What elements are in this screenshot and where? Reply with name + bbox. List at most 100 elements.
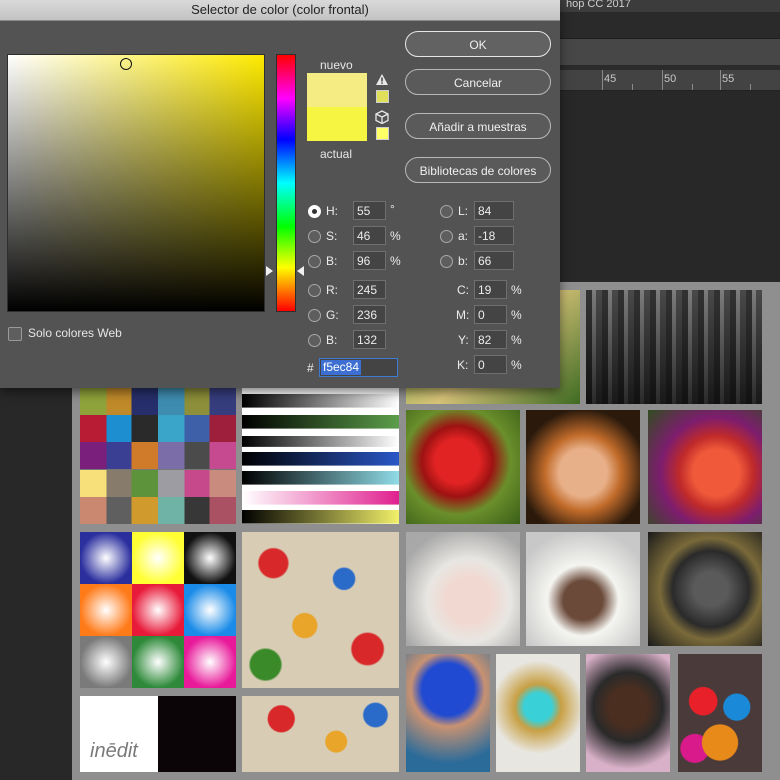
photo-tile-pigments (678, 654, 762, 772)
label-red: R: (326, 283, 338, 297)
radio-blue[interactable] (308, 334, 321, 347)
photo-tile-black-gold (648, 532, 762, 646)
ruler-number: 50 (664, 73, 677, 85)
swatch-grid-tile (80, 388, 236, 524)
field-magenta[interactable]: 0 (474, 305, 507, 324)
ruler-tick (602, 70, 603, 90)
color-picker-dialog: Selector de color (color frontal) Solo c… (0, 0, 560, 388)
radio-lab-l[interactable] (440, 205, 453, 218)
logo-tile: inēdit (80, 696, 158, 772)
ruler-number: 45 (604, 73, 617, 85)
field-red[interactable]: 245 (353, 280, 386, 299)
label-green: G: (326, 308, 339, 322)
radio-red[interactable] (308, 284, 321, 297)
field-green[interactable]: 236 (353, 305, 386, 324)
web-colors-only-checkbox[interactable] (8, 326, 22, 341)
radial-gradients-tile (80, 532, 236, 688)
options-bar (560, 39, 780, 65)
hex-value: f5ec84 (321, 360, 362, 375)
unit-cyan: % (511, 283, 522, 297)
photo-tile-white-hair (526, 532, 640, 646)
unit-black: % (511, 358, 522, 372)
label-black: K: (457, 358, 469, 372)
unit-magenta: % (511, 308, 522, 322)
app-title-fragment: hop CC 2017 (566, 0, 631, 10)
color-libraries-button[interactable]: Bibliotecas de colores (405, 157, 551, 183)
floral-pattern-tile (242, 532, 399, 688)
gamut-warning-swatch[interactable] (376, 90, 389, 103)
hue-slider-handle-left[interactable] (266, 266, 273, 276)
field-lab-l[interactable]: 84 (474, 201, 514, 220)
photo-tile-gears (586, 290, 762, 404)
radio-green[interactable] (308, 309, 321, 322)
field-yellow[interactable]: 82 (474, 330, 507, 349)
field-cyan[interactable]: 19 (474, 280, 507, 299)
warning-triangle-icon[interactable] (375, 73, 389, 89)
floral-pattern-tile-2 (242, 696, 399, 772)
ruler-tick (692, 84, 693, 90)
field-saturation[interactable]: 46 (353, 226, 386, 245)
add-to-swatches-button[interactable]: Añadir a muestras (405, 113, 551, 139)
photo-tile-man-portrait (586, 654, 670, 772)
current-color-swatch[interactable] (307, 107, 367, 141)
field-black[interactable]: 0 (474, 355, 507, 374)
logo-text: inēdit (90, 740, 138, 762)
ruler-tick (662, 70, 663, 90)
color-field[interactable] (7, 54, 265, 312)
hue-slider-handle-right[interactable] (297, 266, 304, 276)
ruler-number: 55 (722, 73, 735, 85)
photo-tile-white-wig (406, 532, 520, 646)
workspace-area-left (0, 388, 72, 780)
hex-input[interactable]: f5ec84 (319, 358, 398, 377)
gradient-strips-tile (242, 388, 399, 524)
black-tile (158, 696, 236, 772)
current-color-label: actual (320, 147, 353, 161)
ruler-tick (632, 84, 633, 90)
new-color-swatch (307, 73, 367, 107)
hex-prefix: # (307, 361, 314, 375)
photo-tile-orange-face (526, 410, 640, 524)
unit-brightness: % (390, 254, 401, 268)
field-brightness[interactable]: 96 (353, 251, 386, 270)
ok-button[interactable]: OK (405, 31, 551, 57)
label-lab-l: L: (458, 204, 469, 218)
color-field-cursor[interactable] (120, 58, 132, 70)
unit-hue: ° (390, 202, 395, 216)
radio-brightness[interactable] (308, 255, 321, 268)
horizontal-ruler: 45 50 55 (560, 70, 780, 91)
label-yellow: Y: (458, 333, 469, 347)
web-colors-only-label: Solo colores Web (28, 326, 122, 340)
hue-slider[interactable] (276, 54, 296, 312)
field-blue[interactable]: 132 (353, 330, 386, 349)
field-lab-a[interactable]: -18 (474, 226, 514, 245)
document-tab-strip[interactable] (560, 12, 780, 39)
label-saturation: S: (326, 229, 338, 243)
field-hue[interactable]: 55 (353, 201, 386, 220)
label-cyan: C: (457, 283, 469, 297)
field-lab-b[interactable]: 66 (474, 251, 514, 270)
radio-lab-b[interactable] (440, 255, 453, 268)
label-blue: B: (326, 333, 338, 347)
new-color-label: nuevo (320, 58, 353, 72)
radio-hue[interactable] (308, 205, 321, 218)
web-safe-swatch[interactable] (376, 127, 389, 140)
cancel-button[interactable]: Cancelar (405, 69, 551, 95)
unit-yellow: % (511, 333, 522, 347)
ruler-tick (750, 84, 751, 90)
web-colors-only-row[interactable]: Solo colores Web (8, 326, 122, 341)
label-hue: H: (326, 204, 338, 218)
unit-saturation: % (390, 229, 401, 243)
photo-tile-flower-pink (648, 410, 762, 524)
photo-tile-ring (496, 654, 580, 772)
workspace-area (560, 91, 780, 281)
photo-tile-blue-turban (406, 654, 490, 772)
label-lab-b: b: (458, 254, 469, 268)
photo-tile-red-tulips (406, 410, 520, 524)
radio-saturation[interactable] (308, 230, 321, 243)
ruler-tick (720, 70, 721, 90)
label-magenta: M: (456, 308, 470, 322)
label-brightness: B: (326, 254, 338, 268)
web-cube-icon[interactable] (375, 110, 389, 127)
dialog-title[interactable]: Selector de color (color frontal) (0, 0, 560, 21)
radio-lab-a[interactable] (440, 230, 453, 243)
